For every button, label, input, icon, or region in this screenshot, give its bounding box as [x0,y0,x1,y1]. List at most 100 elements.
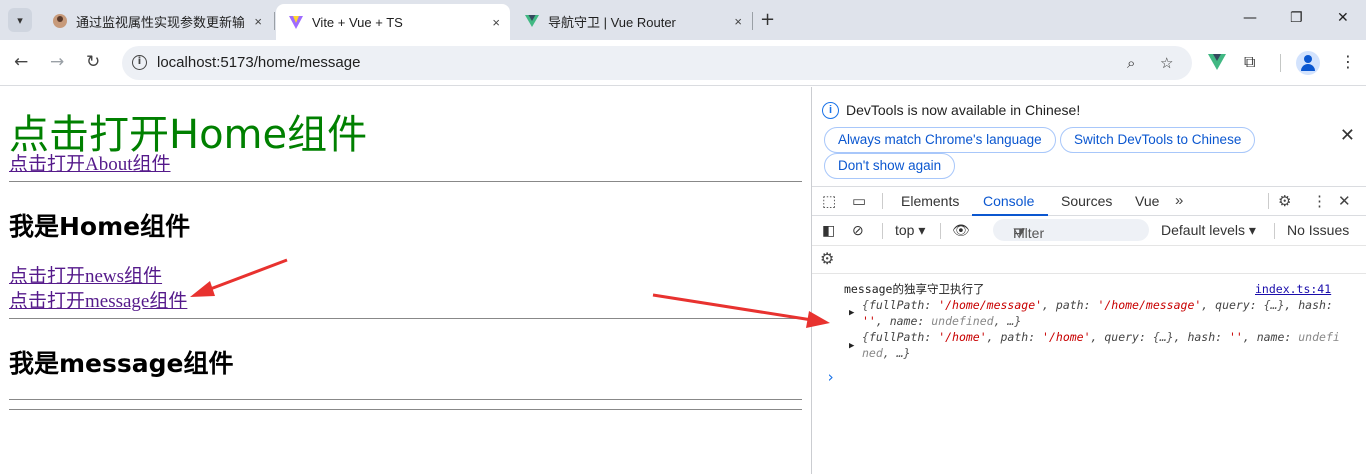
log-source-link[interactable]: index.ts:41 [1255,282,1331,296]
divider [1274,223,1275,239]
vite-logo-icon [289,16,303,29]
about-router-link[interactable]: 点击打开About组件 [9,149,171,176]
device-toolbar-icon[interactable]: ▭ [852,192,866,210]
context-selector[interactable]: top ▾ [895,222,925,239]
tab-divider [274,12,275,30]
tab-vite-vue-ts[interactable]: Vite + Vue + TS × [276,4,510,40]
console-filter-input[interactable]: ⧩ Filter [993,219,1149,241]
divider [882,223,883,239]
tab-sources[interactable]: Sources [1061,193,1112,209]
switch-to-chinese-button[interactable]: Switch DevTools to Chinese [1060,127,1256,153]
infobar-message: DevTools is now available in Chinese! [846,102,1081,118]
tab-vue[interactable]: Vue [1135,193,1159,209]
avatar-favicon-icon [53,14,67,28]
divider [9,318,802,319]
log-levels-label: Default levels [1161,222,1246,238]
kebab-menu-icon[interactable]: ⋮ [1340,52,1356,71]
clear-console-icon[interactable]: ⊘ [852,222,864,239]
page-viewport: 点击打开Home组件 点击打开About组件 我是Home组件 点击打开news… [0,87,811,474]
from-hash: '' [1229,330,1243,344]
new-tab-button[interactable]: + [760,9,775,30]
divider [9,409,802,410]
url-text[interactable]: localhost:5173/home/message [157,54,360,71]
forward-icon[interactable]: → [50,52,64,72]
to-hash: '' [862,314,876,328]
from-path: '/home' [1042,330,1091,344]
always-match-language-button[interactable]: Always match Chrome's language [824,127,1056,153]
site-info-icon[interactable]: i [132,55,147,70]
home-heading: 我是Home组件 [9,212,191,241]
profile-avatar[interactable] [1296,51,1320,75]
console-settings-gear-icon[interactable]: ⚙ [820,249,834,269]
message-heading: 我是message组件 [9,349,234,378]
tab-watch-props[interactable]: 通过监视属性实现参数更新输出 × [40,6,272,36]
bookmark-star-icon[interactable]: ☆ [1160,54,1173,72]
devtools-tab-bar: ⬚ ▭ Elements Console Sources Vue » ⚙ ⋮ ✕ [812,186,1366,216]
tab-elements[interactable]: Elements [901,193,959,209]
to-fullpath: '/home/message' [938,298,1043,312]
divider [1268,193,1269,209]
info-icon: i [822,102,839,119]
devtools-panel: i DevTools is now available in Chinese! … [811,87,1366,474]
to-query: {…} [1263,298,1285,312]
news-router-link[interactable]: 点击打开news组件 [9,261,162,288]
from-fullpath: '/home' [938,330,987,344]
log-levels-dropdown[interactable]: Default levels ▾ [1161,222,1256,239]
settings-gear-icon[interactable]: ⚙ [1278,192,1291,210]
live-expression-eye-icon[interactable]: 👁 [952,222,970,239]
window-close-icon[interactable]: ✕ [1337,10,1349,26]
vue-logo-icon [525,15,539,27]
vue-devtools-extension-icon[interactable] [1208,54,1226,70]
devtools-language-infobar: i DevTools is now available in Chinese! … [812,87,1366,187]
message-router-link[interactable]: 点击打开message组件 [9,286,187,313]
close-icon[interactable]: × [492,15,500,30]
issues-counter[interactable]: No Issues [1287,222,1349,238]
close-icon[interactable]: ✕ [1340,125,1355,146]
divider [812,273,1366,274]
profile-body-icon [1301,64,1315,71]
context-label: top [895,222,915,238]
divider [940,223,941,239]
kebab-menu-icon[interactable]: ⋮ [1312,192,1327,210]
address-bar[interactable]: i localhost:5173/home/message ⌕ ☆ [122,46,1192,80]
extensions-puzzle-icon[interactable]: ⧉ [1244,52,1255,72]
tab-vue-router-guards[interactable]: 导航守卫 | Vue Router × [512,6,752,36]
tab-divider [752,12,753,30]
route-object-to[interactable]: {fullPath: '/home/message', path: '/home… [862,297,1342,329]
profile-head-icon [1304,55,1312,63]
sidebar-toggle-icon[interactable]: ◧ [822,222,835,239]
log-message: message的独享守卫执行了 [844,282,985,296]
zoom-icon[interactable]: ⌕ [1127,54,1135,72]
to-path: '/home/message' [1097,298,1202,312]
tab-title: 通过监视属性实现参数更新输出 [76,14,244,30]
tab-console[interactable]: Console [983,193,1034,209]
filter-placeholder: Filter [1013,225,1045,241]
divider [9,399,802,400]
close-icon[interactable]: ✕ [1338,192,1351,210]
close-icon[interactable]: × [734,14,742,29]
tab-search-button[interactable]: ▾ [8,8,32,32]
reload-icon[interactable]: ↻ [86,52,100,72]
to-name: undefined [931,314,994,328]
expand-triangle-icon[interactable]: ▶ [849,341,854,351]
dont-show-again-button[interactable]: Don't show again [824,153,956,179]
route-object-from[interactable]: {fullPath: '/home', path: '/home', query… [862,329,1342,361]
inspect-element-icon[interactable]: ⬚ [822,192,836,210]
tab-title: 导航守卫 | Vue Router [548,14,676,30]
chevron-down-icon: ▾ [17,13,23,27]
from-query: {…} [1152,330,1174,344]
tab-title: Vite + Vue + TS [312,14,403,30]
console-prompt-chevron-icon[interactable]: › [826,368,835,386]
back-icon[interactable]: ← [14,52,28,72]
toolbar-divider [1280,54,1281,72]
restore-icon[interactable]: ❐ [1290,10,1303,26]
expand-triangle-icon[interactable]: ▶ [849,308,854,318]
divider [882,193,883,209]
browser-tab-strip: ▾ 通过监视属性实现参数更新输出 × Vite + Vue + TS × 导航守… [0,0,1366,40]
more-tabs-icon[interactable]: » [1175,192,1183,209]
close-icon[interactable]: × [254,14,262,29]
divider [9,181,802,182]
browser-toolbar: ← → ↻ i localhost:5173/home/message ⌕ ☆ … [0,40,1366,86]
console-toolbar: ◧ ⊘ top ▾ 👁 ⧩ Filter Default levels ▾ No… [812,216,1366,246]
minimize-icon[interactable]: — [1243,10,1257,26]
